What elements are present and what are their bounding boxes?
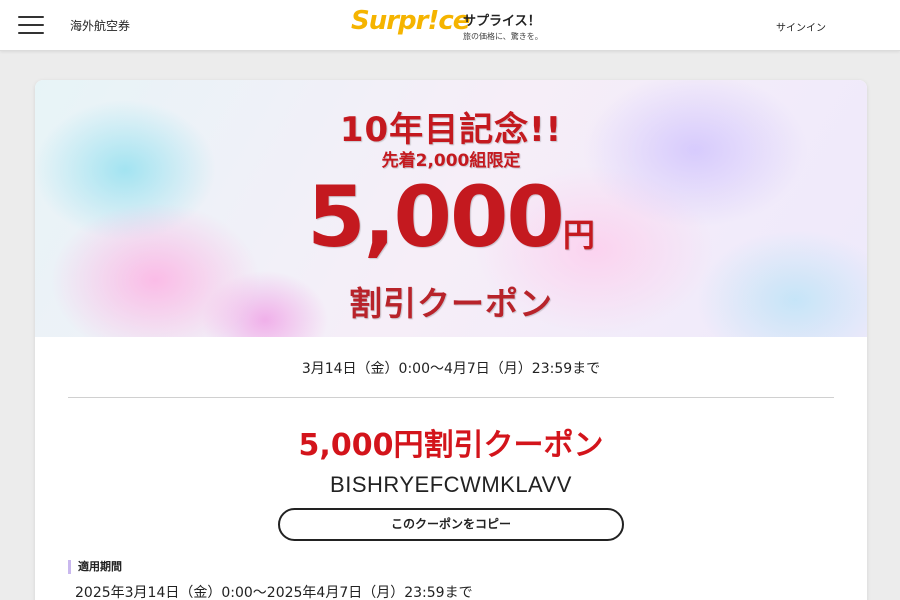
divider xyxy=(68,397,834,398)
validity-label: 適用期間 xyxy=(68,560,122,574)
banner-anniversary: 10年目記念!! xyxy=(339,110,563,150)
validity-value: 2025年3月14日（金）0:00〜2025年4月7日（月）23:59まで xyxy=(75,585,473,600)
site-header: 海外航空券 Surpr!ce サプライス！ 旅の価格に、驚きを。 サインイン xyxy=(0,0,900,51)
brand-block: サプライス！ 旅の価格に、驚きを。 xyxy=(463,10,543,42)
menu-line xyxy=(18,16,44,18)
nav-link-international-flights[interactable]: 海外航空券 xyxy=(70,17,130,34)
brand-tagline: 旅の価格に、驚きを。 xyxy=(463,32,543,41)
campaign-period: 3月14日（金）0:00〜4月7日（月）23:59まで xyxy=(301,361,601,377)
brand-name: サプライス！ xyxy=(463,14,541,29)
coupon-card: 10年目記念!! 先着2,000組限定 5,000円 割引クーポン 3月14日（… xyxy=(35,80,867,600)
coupon-title: 5,000円割引クーポン xyxy=(298,428,604,463)
hamburger-menu-icon[interactable] xyxy=(18,15,44,37)
banner-amount-unit: 円 xyxy=(562,216,595,254)
banner-amount: 5,000円 xyxy=(35,168,867,266)
banner-coupon-label: 割引クーポン xyxy=(349,284,553,323)
menu-line xyxy=(18,24,44,26)
banner-amount-value: 5,000 xyxy=(307,168,565,266)
coupon-code: BISHRYEFCWMKLAVV xyxy=(330,472,572,497)
signin-link[interactable]: サインイン xyxy=(776,19,826,34)
copy-coupon-button[interactable]: このクーポンをコピー xyxy=(278,508,624,541)
campaign-banner: 10年目記念!! 先着2,000組限定 5,000円 割引クーポン xyxy=(35,80,867,337)
site-logo[interactable]: Surpr!ce xyxy=(351,6,470,36)
menu-line xyxy=(18,32,44,34)
